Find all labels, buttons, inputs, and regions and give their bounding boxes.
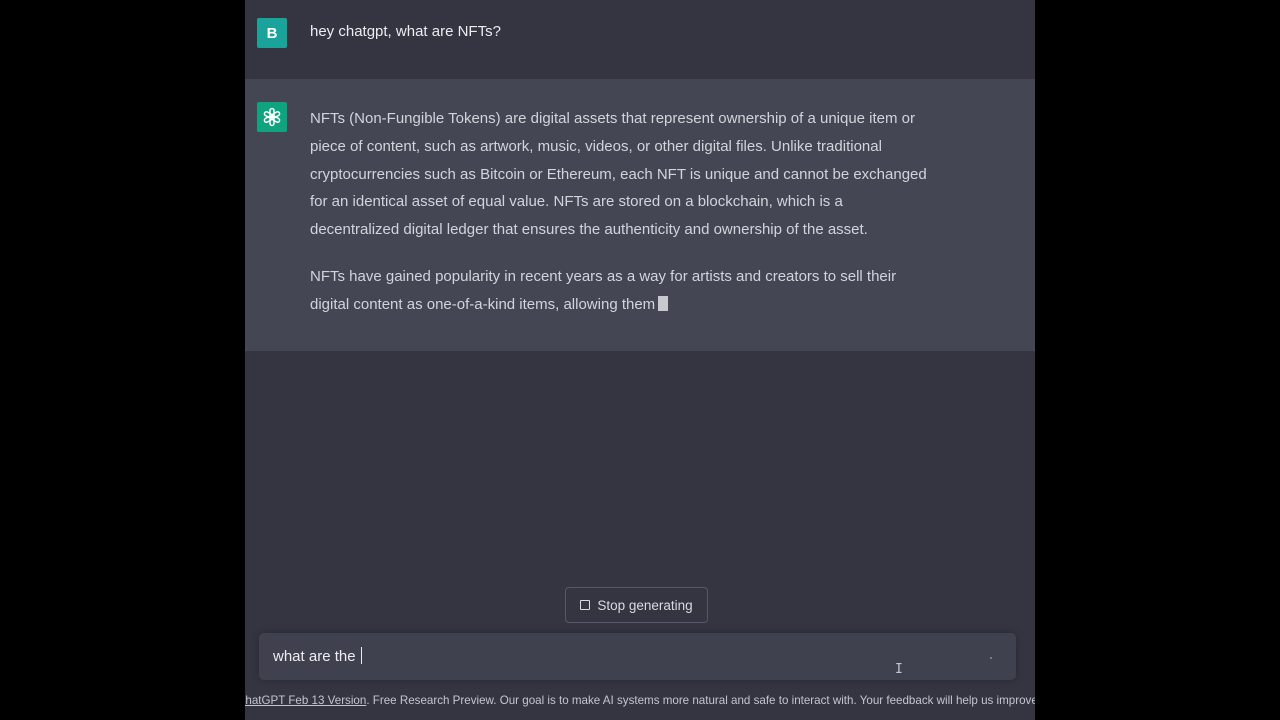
assistant-line: NFTs have gained popularity in recent ye…	[310, 268, 897, 286]
openai-logo-icon	[257, 102, 287, 132]
typing-cursor	[658, 296, 669, 312]
ibeam-cursor-icon: I	[895, 662, 903, 677]
footer-disclaimer: ChatGPT Feb 13 Version. Free Research Pr…	[245, 692, 1035, 710]
assistant-paragraph-2: NFTs have gained popularity in recent ye…	[310, 263, 960, 319]
assistant-paragraph-1: NFTs (Non-Fungible Tokens) are digital a…	[310, 105, 960, 244]
stop-icon	[580, 600, 591, 610]
chat-window: B hey chatgpt, what are NFTs? NFTs (Non-…	[245, 0, 1035, 720]
stop-generating-label: Stop generating	[597, 597, 693, 613]
assistant-message-text: NFTs (Non-Fungible Tokens) are digital a…	[310, 105, 960, 319]
message-input-text[interactable]: what are the	[273, 647, 362, 667]
stop-generating-button[interactable]: Stop generating	[565, 587, 708, 623]
message-input-value: what are the	[273, 648, 360, 665]
loading-dots-icon	[990, 657, 992, 659]
assistant-line: piece of content, such as artwork, music…	[310, 137, 882, 155]
assistant-line: decentralized digital ledger that ensure…	[310, 221, 868, 239]
assistant-message-row: NFTs (Non-Fungible Tokens) are digital a…	[245, 79, 1035, 351]
version-link[interactable]: ChatGPT Feb 13 Version	[245, 694, 366, 707]
assistant-line: cryptocurrencies such as Bitcoin or Ethe…	[310, 165, 927, 183]
user-message-text: hey chatgpt, what are NFTs?	[310, 23, 501, 40]
assistant-line: digital content as one-of-a-kind items, …	[310, 296, 656, 314]
user-message-row: B hey chatgpt, what are NFTs?	[245, 0, 1035, 79]
footer-text: . Free Research Preview. Our goal is to …	[366, 694, 1035, 707]
assistant-line: for an identical asset of equal value. N…	[310, 193, 843, 211]
text-caret	[360, 647, 362, 664]
assistant-line: NFTs (Non-Fungible Tokens) are digital a…	[310, 110, 916, 127]
user-avatar: B	[257, 18, 287, 48]
